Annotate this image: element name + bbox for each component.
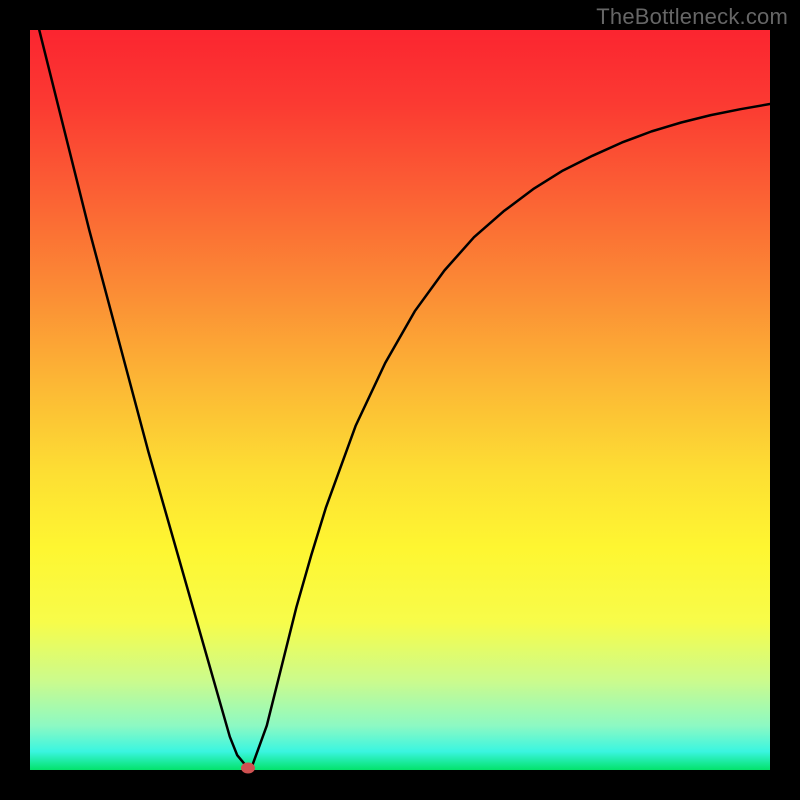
chart-frame: TheBottleneck.com (0, 0, 800, 800)
watermark-text: TheBottleneck.com (596, 4, 788, 30)
bottleneck-curve (30, 30, 770, 770)
minimum-marker (241, 762, 255, 773)
